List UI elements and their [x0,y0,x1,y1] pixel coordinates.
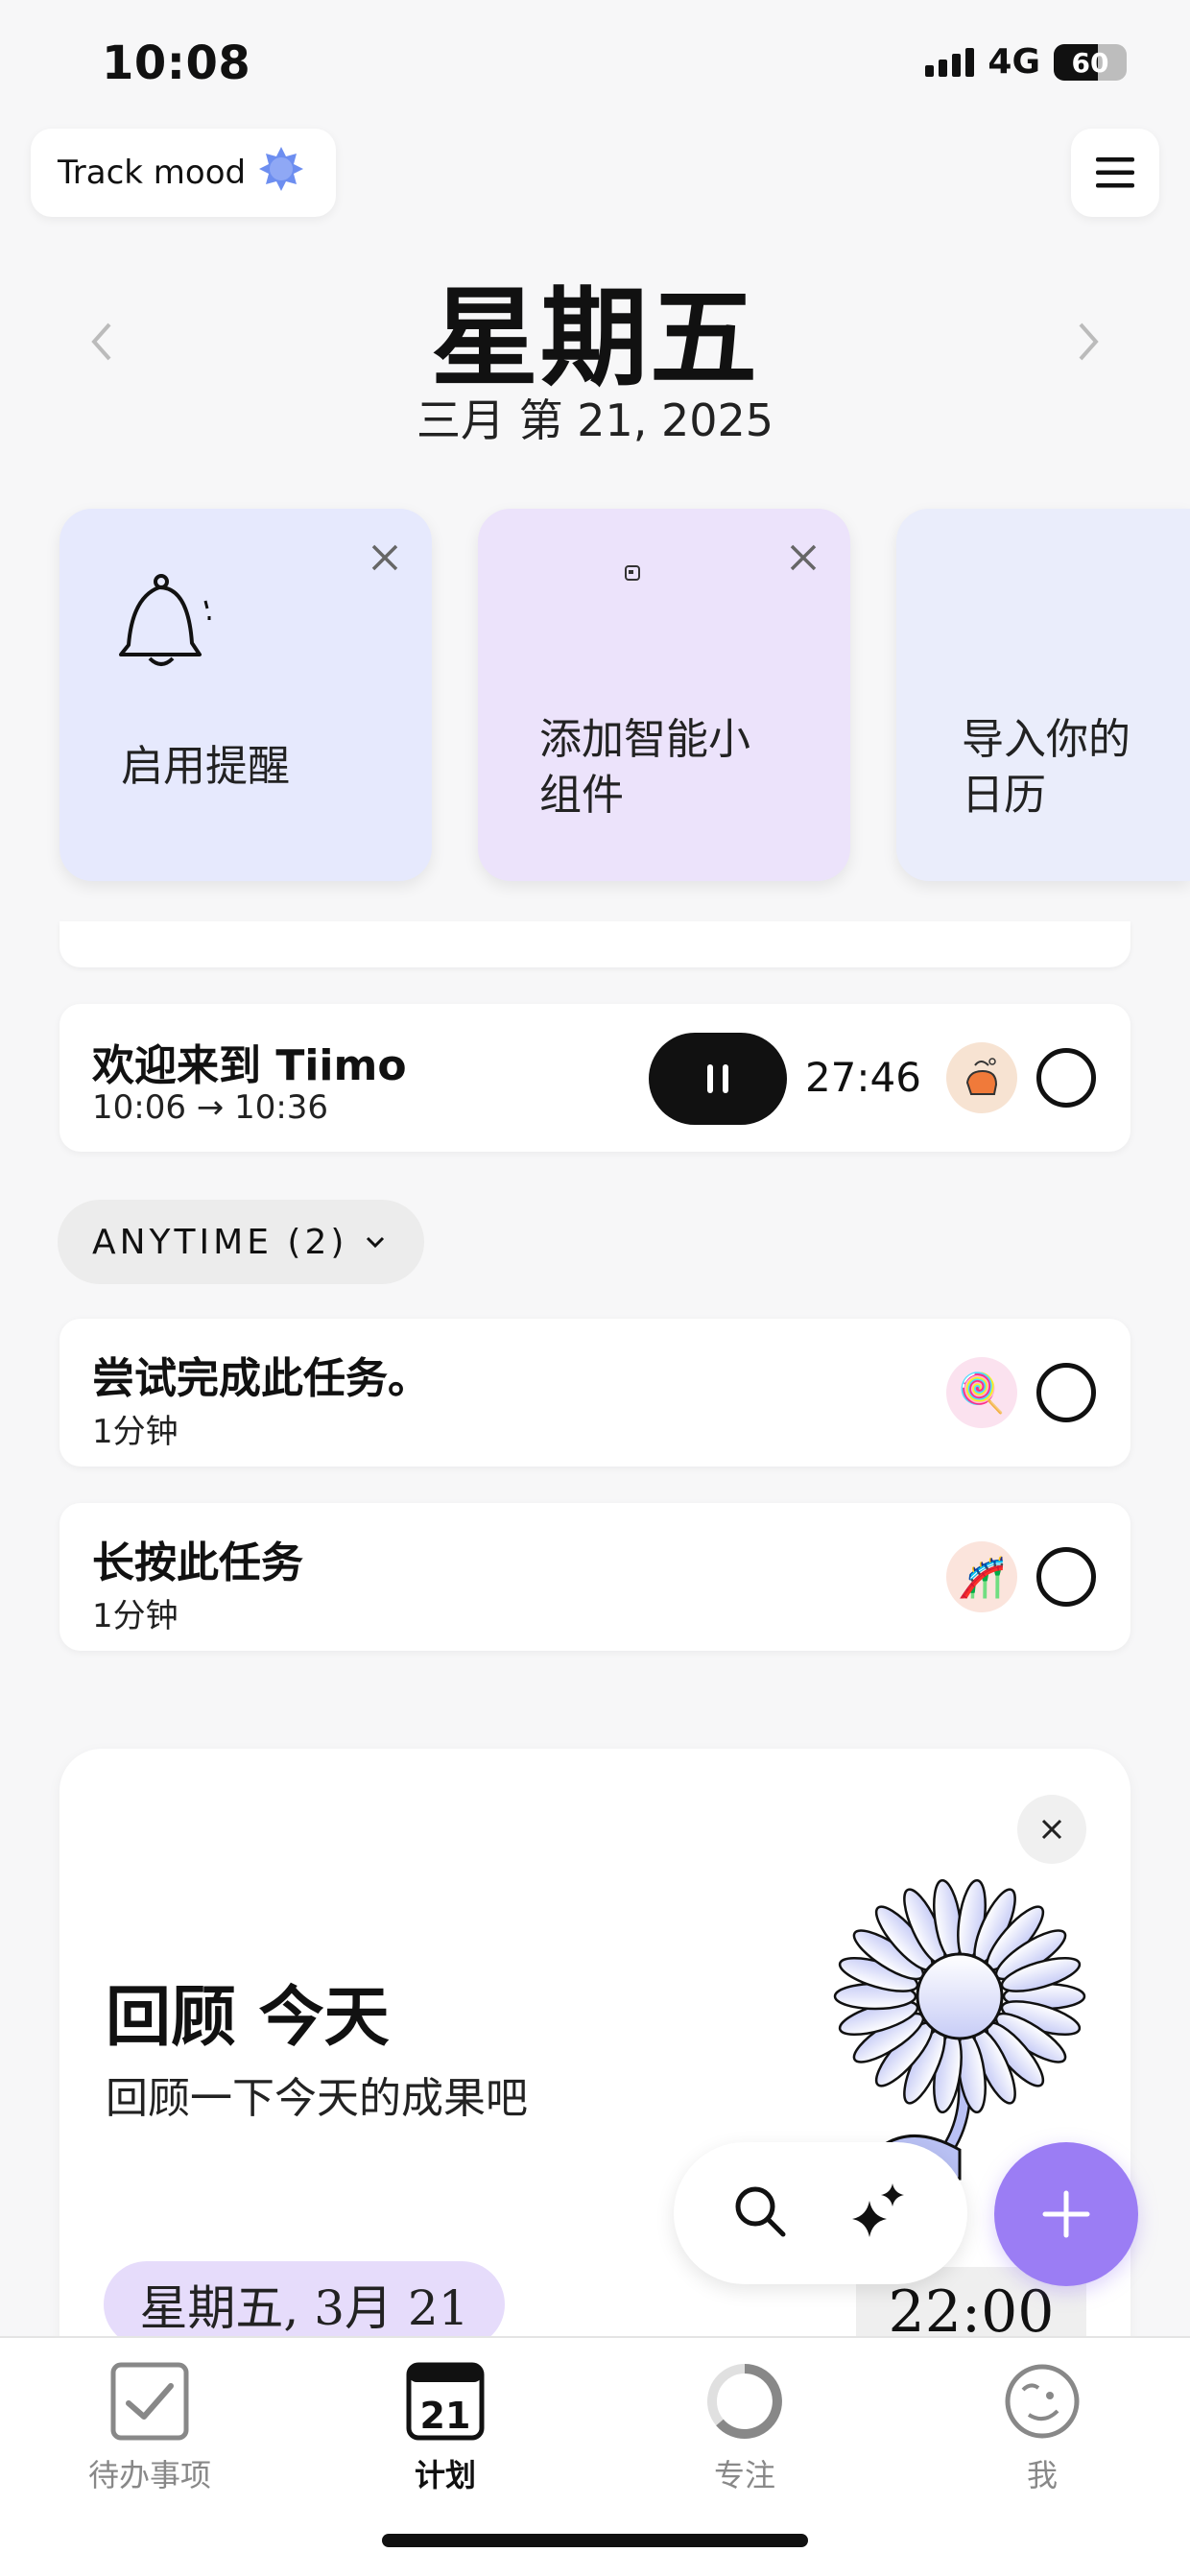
close-icon [371,544,398,571]
bell-icon [119,574,211,666]
task-title: 长按此任务 [92,1538,303,1587]
hamburger-icon [1096,157,1134,188]
task-duration: 1分钟 [92,1413,178,1451]
search-icon [735,2186,786,2237]
widget-icon [625,565,640,581]
menu-button[interactable] [1071,129,1159,217]
svg-text:21: 21 [420,2395,471,2437]
tab-todo[interactable]: 待办事项 [44,2361,255,2495]
signal-icon [925,47,975,77]
tab-label: 我 [1026,2457,1058,2493]
task-timer: 27:46 [804,1054,921,1101]
tab-focus[interactable]: 专注 [639,2361,850,2495]
tab-me[interactable]: 我 [937,2361,1148,2495]
card-label: 启用提醒 [121,742,290,791]
search-button[interactable] [731,2182,789,2244]
complete-task-checkbox[interactable] [1036,1048,1096,1108]
complete-task-checkbox[interactable] [1036,1547,1096,1607]
track-mood-button[interactable]: Track mood [31,129,336,217]
tab-label: 待办事项 [87,2457,211,2493]
network-type: 4G [988,42,1040,82]
dismiss-review-button[interactable] [1017,1795,1086,1864]
card-label: 添加智能小组件 [539,715,750,820]
import-calendar-card[interactable]: 导入你的日历 [896,509,1190,881]
pause-button[interactable] [649,1033,787,1125]
review-subtitle: 回顾一下今天的成果吧 [106,2074,528,2123]
next-day-button[interactable] [1077,321,1100,374]
home-indicator [382,2534,808,2547]
battery-percent: 60 [1071,46,1109,79]
partial-task-card[interactable] [60,921,1130,967]
enable-reminders-card[interactable]: 启用提醒 [60,509,432,881]
mood-badge-icon [257,145,305,202]
status-time: 10:08 [102,36,251,90]
chevron-down-icon [367,1236,385,1249]
sparkles-icon [852,2183,904,2237]
dismiss-reminders-card[interactable] [370,543,399,576]
plus-icon [1042,2190,1090,2238]
roller-coaster-icon: 🎢 [946,1541,1017,1612]
floating-action-pill [674,2142,967,2284]
profile-face-icon [1005,2364,1080,2439]
pause-icon [707,1064,713,1093]
date-subtitle: 三月 第 21, 2025 [416,394,774,446]
close-icon [790,544,817,571]
checkbox-icon [110,2362,189,2441]
dismiss-widget-card[interactable] [789,543,818,576]
task-title: 欢迎来到 Tiimo [92,1041,407,1090]
task-title: 尝试完成此任务。 [92,1354,430,1403]
chevron-right-icon [1079,322,1099,361]
add-task-button[interactable] [994,2142,1138,2286]
task-emoji-icon [946,1042,1017,1113]
anytime-task-card[interactable]: 尝试完成此任务。 1分钟 🍭 [60,1319,1130,1467]
anytime-section-toggle[interactable]: ANYTIME (2) [58,1200,424,1284]
teapot-icon [965,1058,998,1095]
status-indicators: 4G 60 [925,42,1127,82]
ai-assist-button[interactable] [846,2180,910,2247]
anytime-label: ANYTIME (2) [92,1222,348,1262]
tab-label: 计划 [414,2457,476,2493]
add-widget-card[interactable]: 添加智能小组件 [478,509,850,881]
current-task-card[interactable]: 欢迎来到 Tiimo 10:06 → 10:36 27:46 [60,1004,1130,1152]
tab-plan[interactable]: 21 计划 [340,2361,551,2495]
tab-label: 专注 [713,2457,775,2493]
battery-icon: 60 [1054,43,1127,81]
task-time-range: 10:06 → 10:36 [92,1088,329,1127]
close-icon [1041,1819,1062,1840]
anytime-task-card[interactable]: 长按此任务 1分钟 🎢 [60,1503,1130,1651]
task-duration: 1分钟 [92,1597,178,1635]
day-title: 星期五 [431,276,759,401]
review-date-chip[interactable]: 星期五, 3月 21 [104,2261,505,2348]
track-mood-label: Track mood [58,154,247,192]
review-title: 回顾 今天 [106,1980,390,2056]
lollipop-icon: 🍭 [946,1357,1017,1428]
focus-ring-icon [707,2364,782,2439]
calendar-day-icon: 21 [406,2362,485,2441]
complete-task-checkbox[interactable] [1036,1363,1096,1422]
card-label: 导入你的日历 [962,715,1130,820]
